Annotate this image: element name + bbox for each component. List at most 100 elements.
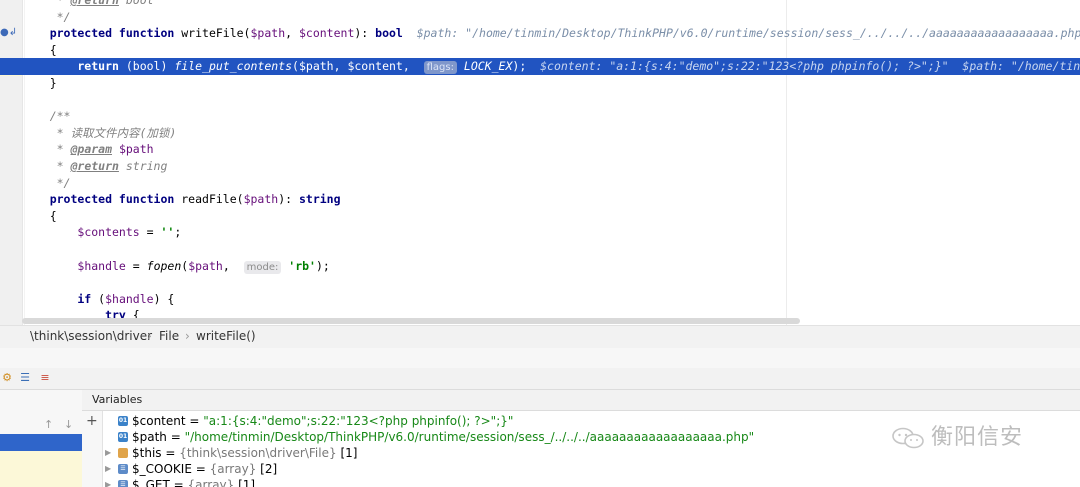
parameter-hint: mode: (243, 260, 282, 274)
code-text: protected function readFile($path): stri… (22, 191, 341, 208)
frames-pane[interactable]: ↑ ↓ (0, 390, 83, 487)
code-text: if ($handle) { (22, 291, 174, 308)
variable-value: {array} (187, 478, 235, 487)
variable-value: "/home/tinmin/Desktop/ThinkPHP/v6.0/runt… (184, 430, 755, 444)
code-line[interactable]: * 读取文件内容(加锁) (0, 125, 1080, 142)
code-line[interactable]: * @param $path (0, 141, 1080, 158)
code-token: return (22, 59, 126, 74)
code-token: string (118, 159, 168, 173)
code-token: } (22, 76, 57, 90)
code-token: , (285, 26, 299, 41)
code-token: $path (243, 192, 279, 207)
panel-divider[interactable] (0, 348, 1080, 369)
code-line[interactable]: $handle = fopen($path, mode: 'rb'); (0, 258, 1080, 275)
code-token: protected function (22, 26, 182, 41)
breadcrumb-method[interactable]: writeFile() (196, 326, 256, 347)
frame-list-area[interactable] (0, 451, 82, 487)
code-token: $handle (77, 258, 126, 273)
code-token: $path (188, 258, 223, 273)
code-text: { (22, 208, 57, 225)
breadcrumb: \think\session\driver › File › writeFile… (0, 325, 1080, 348)
expand-arrow-icon[interactable]: ▶ (105, 445, 115, 461)
code-token: /** (22, 109, 71, 124)
variable-name: $_GET (132, 478, 170, 487)
code-line[interactable]: */ (0, 175, 1080, 192)
breadcrumb-namespace[interactable]: \think\session\driver (30, 326, 152, 347)
code-line[interactable]: /** (0, 108, 1080, 125)
code-token: ; (174, 225, 182, 240)
inline-debug-value: $content: "a:1:{s:4:"demo";s:22:"123<?ph… (540, 59, 1080, 74)
code-token: if (22, 291, 99, 306)
add-watch-button[interactable]: + (86, 413, 98, 429)
code-line[interactable]: */ (0, 9, 1080, 26)
code-token: file_put_contents (174, 59, 293, 74)
code-token: ): (278, 192, 299, 207)
code-token: , (333, 59, 348, 74)
expand-arrow-icon[interactable]: ▶ (105, 461, 115, 477)
arrow-down-icon[interactable]: ↓ (64, 418, 73, 431)
code-token: $content (298, 26, 355, 41)
variable-name: $path (132, 430, 167, 444)
code-token: LOCK_EX (463, 59, 513, 74)
code-text: /** (22, 108, 71, 125)
code-token: $path (298, 59, 334, 74)
code-token: @return (70, 159, 119, 173)
code-token: ( (292, 59, 299, 74)
code-editor[interactable]: ●↲ * @return bool */ protected function … (0, 0, 1080, 325)
parameter-hint: flags: (423, 61, 457, 75)
settings-icon[interactable]: ⚙ (0, 371, 14, 385)
code-token: , (222, 258, 244, 273)
list-icon[interactable]: ☰ (18, 371, 32, 385)
selected-frame[interactable] (0, 434, 82, 451)
code-line[interactable]: $contents = ''; (0, 224, 1080, 241)
code-token: bool (118, 0, 154, 7)
code-token: { (22, 208, 57, 223)
code-token: @param (70, 142, 113, 157)
code-line[interactable]: protected function writeFile($path, $con… (0, 25, 1080, 42)
code-token: readFile( (181, 192, 244, 207)
code-line[interactable] (0, 92, 1080, 109)
code-token: ); (315, 258, 330, 273)
code-text: } (22, 75, 57, 92)
code-token: '' (160, 225, 175, 240)
variable-name: $content (132, 414, 186, 428)
code-token: = (139, 225, 161, 240)
variables-header: Variables (82, 390, 1080, 411)
expand-arrow-icon[interactable]: ▶ (105, 477, 115, 487)
code-line[interactable] (0, 274, 1080, 291)
debug-toolbar: ⚙ ☰ ≡ (0, 368, 1080, 390)
breadcrumb-separator: › (185, 329, 190, 343)
code-token: ) { (153, 291, 175, 306)
inline-debug-value: $path: "/home/tinmin/Desktop/ThinkPHP/v6… (416, 26, 1080, 41)
variables-actions: + (82, 411, 103, 487)
variable-value: {array} (209, 462, 257, 476)
code-line[interactable]: * @return string (0, 158, 1080, 175)
code-text: * @return string (22, 158, 168, 175)
variable-name: $_COOKIE (132, 462, 192, 476)
variables-title: Variables (92, 393, 143, 406)
code-line[interactable] (0, 241, 1080, 258)
code-line[interactable]: { (0, 208, 1080, 225)
code-line[interactable]: } (0, 75, 1080, 92)
object-var-icon (118, 448, 128, 458)
code-text: $contents = ''; (22, 224, 181, 241)
current-execution-line[interactable]: return (bool) file_put_contents($path, $… (0, 58, 1080, 76)
code-token: $path (250, 26, 286, 41)
breadcrumb-class[interactable]: File (159, 326, 179, 347)
code-line[interactable]: protected function readFile($path): stri… (0, 191, 1080, 208)
variable-count: [1] (336, 446, 358, 460)
code-token: (bool) (125, 59, 175, 74)
code-token: @return (70, 0, 119, 7)
code-token: fopen (146, 258, 182, 273)
code-token: { (22, 42, 57, 57)
code-token: protected function (22, 192, 182, 207)
code-line[interactable]: if ($handle) { (0, 291, 1080, 308)
code-text: */ (22, 9, 71, 26)
code-line[interactable]: { (0, 42, 1080, 59)
arrow-up-icon[interactable]: ↑ (44, 418, 53, 431)
horizontal-scrollbar[interactable] (22, 318, 800, 324)
filter-list-icon[interactable]: ≡ (38, 371, 52, 385)
code-token: * (22, 159, 71, 173)
